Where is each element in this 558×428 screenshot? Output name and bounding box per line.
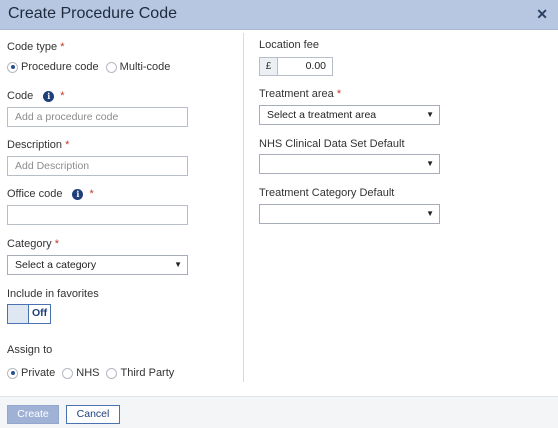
- treatment-area-select-value: Select a treatment area: [267, 109, 377, 121]
- treatment-area-select[interactable]: Select a treatment area ▼: [259, 105, 440, 125]
- code-type-label: Code type *: [7, 41, 65, 53]
- info-icon[interactable]: i: [43, 91, 55, 102]
- favorites-label: Include in favorites: [7, 288, 99, 300]
- radio-procedure-code-label: Procedure code: [21, 61, 99, 73]
- close-icon[interactable]: ✕: [536, 6, 548, 23]
- location-fee-input[interactable]: £ 0.00: [259, 57, 333, 76]
- radio-private-control[interactable]: [7, 367, 18, 379]
- info-icon[interactable]: i: [72, 189, 84, 200]
- radio-procedure-code[interactable]: Procedure code: [7, 61, 99, 73]
- dialog-title: Create Procedure Code: [8, 5, 177, 22]
- radio-procedure-code-control[interactable]: [7, 61, 18, 73]
- currency-prefix: £: [260, 58, 278, 75]
- radio-nhs-control[interactable]: [62, 367, 74, 379]
- radio-private-label: Private: [21, 367, 56, 379]
- assign-to-radio-group: Private NHS Third Party: [7, 367, 181, 379]
- location-fee-value: 0.00: [305, 60, 326, 72]
- description-input[interactable]: Add Description: [7, 156, 188, 176]
- column-divider: [243, 33, 244, 382]
- nhs-default-label: NHS Clinical Data Set Default: [259, 138, 405, 150]
- chevron-down-icon: ▼: [426, 110, 434, 119]
- office-code-input[interactable]: [7, 205, 188, 225]
- radio-third-party-label: Third Party: [120, 367, 175, 379]
- treatment-area-label: Treatment area *: [259, 88, 342, 100]
- toggle-knob: [8, 305, 29, 323]
- radio-third-party[interactable]: Third Party: [106, 367, 174, 379]
- nhs-default-select[interactable]: ▼: [259, 154, 440, 174]
- chevron-down-icon: ▼: [426, 159, 434, 168]
- category-select-value: Select a category: [15, 259, 97, 271]
- radio-multi-code-control[interactable]: [105, 61, 117, 73]
- description-label: Description *: [7, 139, 70, 151]
- category-default-label: Treatment Category Default: [259, 187, 395, 199]
- code-type-radio-group: Procedure code Multi-code: [7, 61, 177, 73]
- dialog-titlebar: Create Procedure Code ✕: [0, 0, 558, 30]
- chevron-down-icon: ▼: [426, 209, 434, 218]
- radio-private[interactable]: Private: [7, 367, 55, 379]
- radio-multi-code-label: Multi-code: [119, 61, 171, 73]
- code-label: Code i *: [7, 90, 65, 102]
- toggle-state-text: Off: [32, 307, 48, 319]
- assign-to-label: Assign to: [7, 344, 53, 356]
- favorites-toggle[interactable]: Off: [7, 304, 51, 324]
- chevron-down-icon: ▼: [174, 260, 182, 269]
- radio-third-party-control[interactable]: [106, 367, 118, 379]
- radio-nhs[interactable]: NHS: [62, 367, 99, 379]
- radio-nhs-label: NHS: [76, 367, 100, 379]
- category-default-select[interactable]: ▼: [259, 204, 440, 224]
- cancel-button[interactable]: Cancel: [66, 405, 120, 424]
- category-select[interactable]: Select a category ▼: [7, 255, 188, 275]
- office-code-label: Office code i *: [7, 188, 94, 200]
- radio-multi-code[interactable]: Multi-code: [105, 61, 171, 73]
- create-button[interactable]: Create: [7, 405, 59, 424]
- code-input[interactable]: Add a procedure code: [7, 107, 188, 127]
- location-fee-label: Location fee: [259, 39, 319, 51]
- category-label: Category *: [7, 238, 59, 250]
